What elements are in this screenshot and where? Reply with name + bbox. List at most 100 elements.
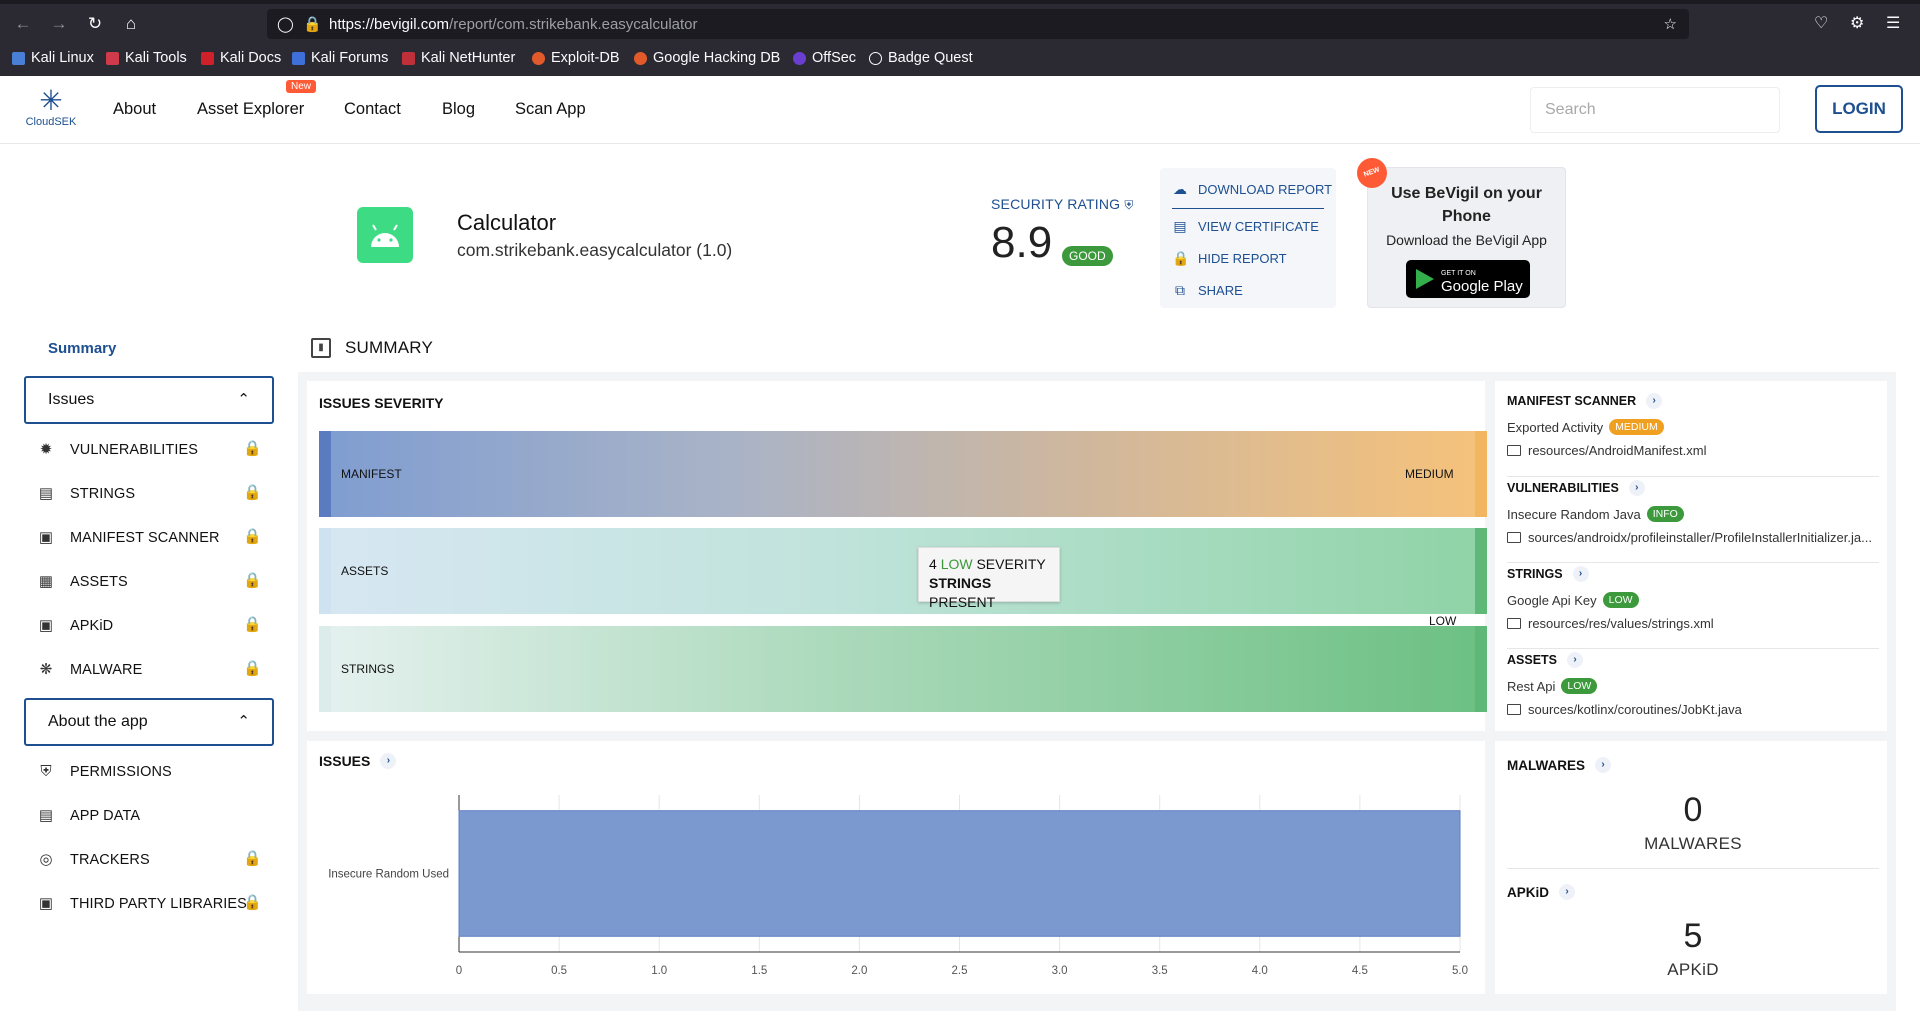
menu-icon[interactable]: ☰ [1886,13,1900,33]
download-report-link[interactable]: ☁ DOWNLOAD REPORT [1172,181,1332,198]
band-edge [1475,431,1487,517]
findings-card: MANIFEST SCANNER › Exported Activity MEDIU… [1495,381,1887,731]
shield-info-icon[interactable]: ⛨ [1124,198,1133,212]
bookmark-kali-linux[interactable]: Kali Linux [12,50,94,66]
chevron-right-icon[interactable]: › [1572,566,1589,582]
sidebar-summary-link[interactable]: Summary [48,340,116,357]
lock-icon: 🔒 [243,660,262,677]
bookmark-label: Kali Docs [220,50,282,66]
home-icon[interactable]: ⌂ [120,13,142,35]
nav-about[interactable]: About [113,100,156,119]
bookmark-google-hacking-db[interactable]: Google Hacking DB [634,50,780,66]
about-group-label: About the app [48,713,148,730]
chevron-up-icon: ⌃ [237,713,250,730]
extensions-icon[interactable]: ⚙ [1850,13,1864,33]
issues-chart-card: ISSUES › 0 0.5 1.0 1.5 2.0 2.5 3.0 3.5 4.0 4.5 5.0 I… [307,741,1485,994]
severity-band-strings[interactable]: STRINGS [319,626,1487,712]
severity-band-assets[interactable]: ASSETS [319,528,1487,614]
database-icon: ▤ [38,807,54,824]
chevron-right-icon[interactable]: › [1559,884,1576,900]
share-link[interactable]: ⧉ SHARE [1172,282,1243,299]
sidebar-item-app-data[interactable]: ▤ APP DATA [36,802,262,830]
bookmark-star-icon[interactable]: ☆ [1664,15,1677,33]
back-icon[interactable]: ← [12,13,34,35]
share-icon: ⧉ [1175,282,1185,298]
cloudsek-logo[interactable]: ✳ CloudSEK [24,86,78,136]
chevron-right-icon[interactable]: › [1595,757,1612,773]
bookmark-kali-tools[interactable]: Kali Tools [106,50,187,66]
hide-report-link[interactable]: 🔒 HIDE REPORT [1172,250,1287,267]
bookmark-label: OffSec [812,50,857,66]
sidebar-item-apkid[interactable]: ▣ APKiD 🔒 [36,612,262,640]
sidebar-item-third-party-libraries[interactable]: ▣ THIRD PARTY LIBRARIES 🔒 [36,890,262,918]
band-edge [319,626,331,712]
summary-header: ▮ SUMMARY [311,338,433,358]
about-group-toggle[interactable]: About the app ⌃ [24,698,274,746]
lock-icon: 🔒 [243,894,262,911]
shield-icon[interactable]: ◯ [277,15,294,33]
tooltip-text: SEVERITY [976,556,1046,572]
search-input[interactable] [1531,88,1779,132]
divider [1507,562,1879,563]
sidebar-item-malware[interactable]: ❋ MALWARE 🔒 [36,656,262,684]
nav-blog[interactable]: Blog [442,100,475,119]
folder-icon [1507,532,1521,543]
sidebar-item-label: STRINGS [70,486,136,502]
login-button[interactable]: LOGIN [1815,85,1903,133]
finding-item[interactable]: Exported Activity [1507,420,1603,435]
bookmark-exploit-db[interactable]: Exploit-DB [532,50,620,66]
address-bar[interactable]: ◯ 🔒 https://bevigil.com/report/com.strik… [267,9,1689,39]
url-text: https://bevigil.com/report/com.strikeban… [329,16,698,33]
pocket-icon[interactable]: ♡ [1814,13,1828,33]
sidebar-item-label: PERMISSIONS [70,764,172,780]
sidebar-item-vulnerabilities[interactable]: ✹ VULNERABILITIES 🔒 [36,436,262,464]
view-certificate-link[interactable]: ▤ VIEW CERTIFICATE [1172,218,1318,235]
chevron-right-icon[interactable]: › [1628,480,1645,496]
x-tick-label: 2.0 [851,965,867,977]
sidebar-item-strings[interactable]: ▤ STRINGS 🔒 [36,480,262,508]
bookmark-offsec[interactable]: OffSec [793,50,856,66]
severity-band-manifest[interactable]: MANIFEST [319,431,1487,517]
bookmark-badge-quest[interactable]: Badge Quest [869,50,973,66]
x-tick-label: 2.5 [952,965,968,977]
lock-icon: 🔒 [243,616,262,633]
bookmark-label: Kali Tools [125,50,187,66]
sidebar-item-assets[interactable]: ▦ ASSETS 🔒 [36,568,262,596]
folder-icon [1507,618,1521,629]
nav-scan-app[interactable]: Scan App [515,100,586,119]
finding-path: resources/AndroidManifest.xml [1528,443,1707,458]
app-package: com.strikebank.easycalculator (1.0) [457,240,733,260]
bookmark-kali-nethunter[interactable]: Kali NetHunter [402,50,515,66]
bookmark-kali-docs[interactable]: Kali Docs [201,50,281,66]
security-score: 8.9 [991,218,1053,267]
reload-icon[interactable]: ↻ [84,13,106,35]
lock-icon: 🔒 [243,440,262,457]
sidebar-item-trackers[interactable]: ◎ TRACKERS 🔒 [36,846,262,874]
finding-path: resources/res/values/strings.xml [1528,616,1714,631]
issues-group-toggle[interactable]: Issues ⌃ [24,376,274,424]
divider [1172,208,1324,209]
band-edge [319,431,331,517]
sidebar-item-manifest-scanner[interactable]: ▣ MANIFEST SCANNER 🔒 [36,524,262,552]
chevron-right-icon[interactable]: › [1646,393,1663,409]
hide-report-label: HIDE REPORT [1198,251,1287,266]
lock-icon: 🔒 [243,484,262,501]
sidebar-item-permissions[interactable]: ⛨ PERMISSIONS [36,758,262,786]
folder-icon [1507,704,1521,715]
security-rating-text: SECURITY RATING [991,196,1121,212]
finding-item[interactable]: Rest Api [1507,679,1555,694]
sidebar-item-label: APKiD [70,618,114,634]
nav-asset-explorer[interactable]: Asset Explorer [197,100,304,119]
forward-icon[interactable]: → [48,13,70,35]
ghdb-icon [634,51,647,65]
google-play-button[interactable]: GET IT ON Google Play [1406,260,1530,298]
nav-contact[interactable]: Contact [344,100,401,119]
finding-item[interactable]: Insecure Random Java [1507,507,1641,522]
finding-item[interactable]: Google Api Key [1507,593,1597,608]
finding-title: ASSETS [1507,653,1558,667]
app-name: Calculator [457,210,557,235]
chevron-right-icon[interactable]: › [1567,652,1584,668]
bookmark-kali-forums[interactable]: Kali Forums [292,50,388,66]
band-label-assets: ASSETS [341,564,389,578]
severity-tooltip: 4 LOW SEVERITY STRINGS PRESENT [918,547,1060,610]
